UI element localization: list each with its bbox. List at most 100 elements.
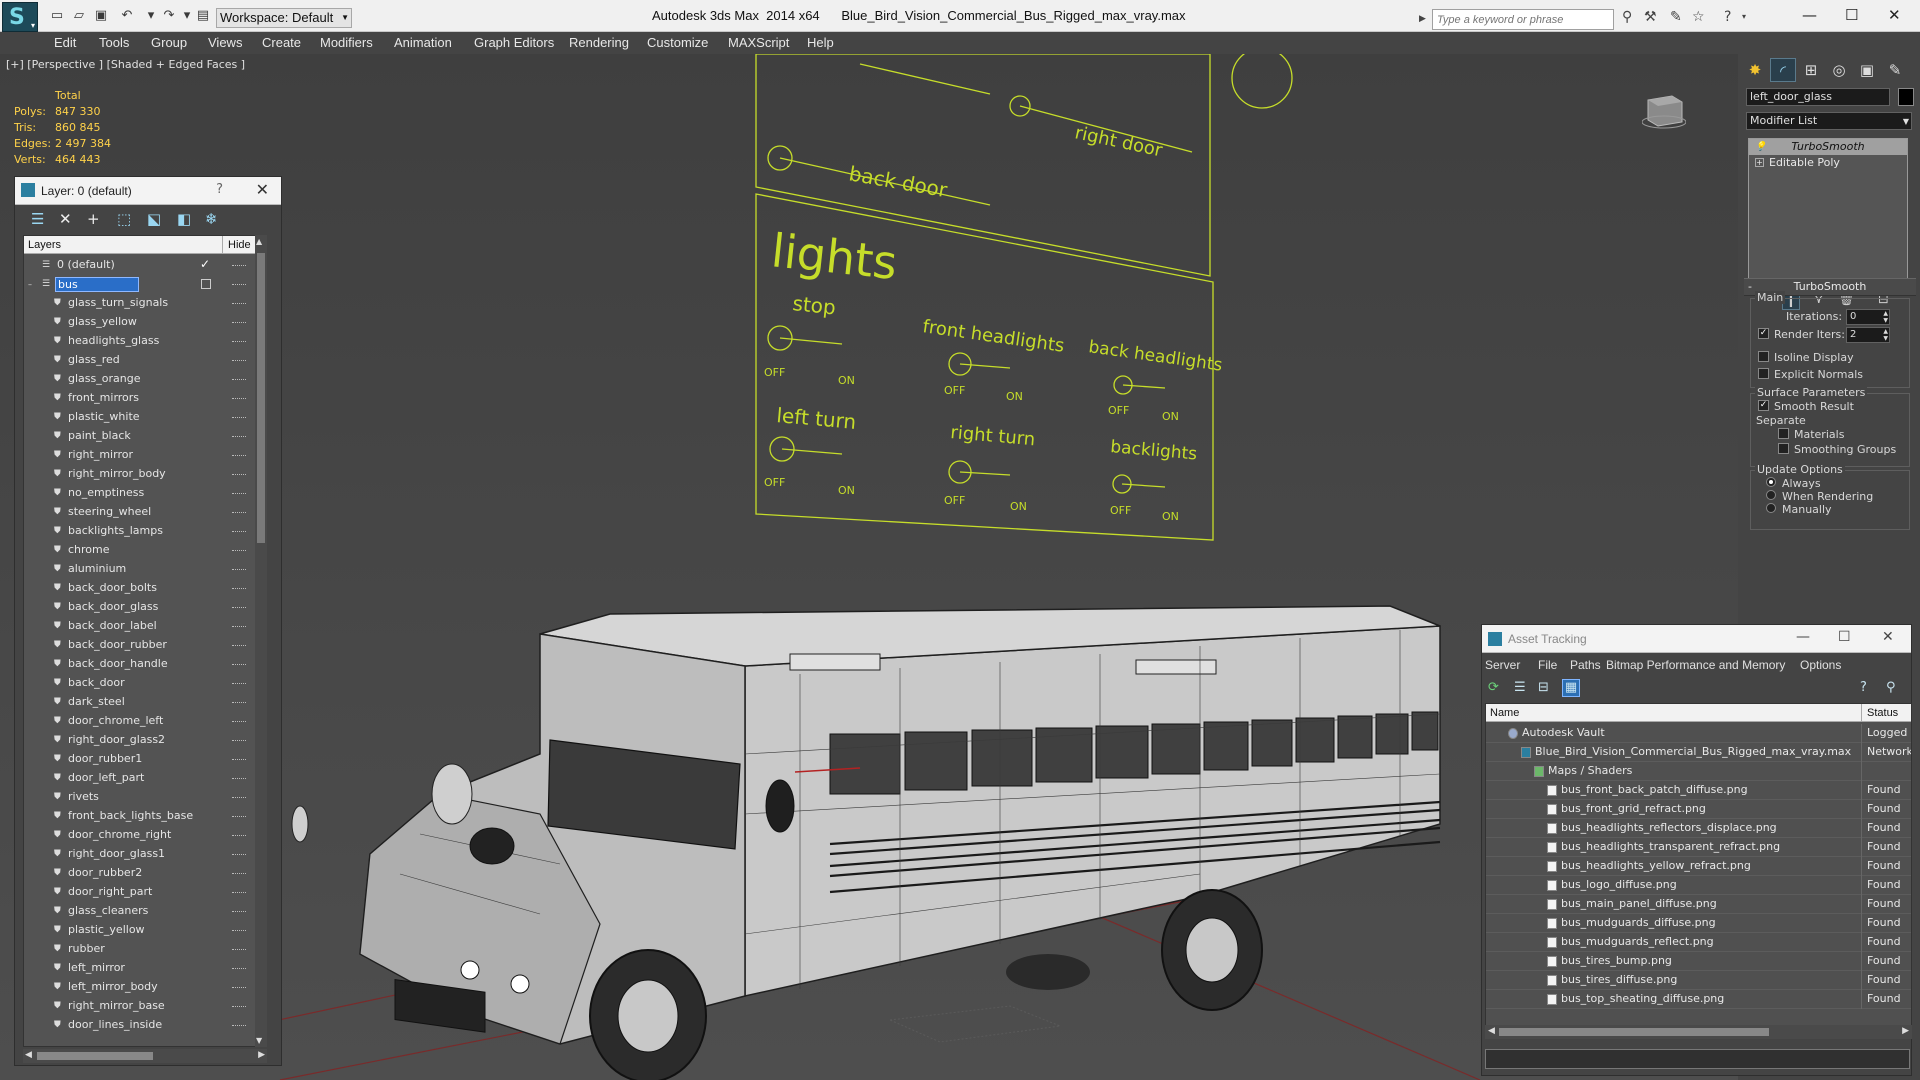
layers-column-header[interactable]: Layers bbox=[28, 239, 61, 251]
scroll-thumb[interactable] bbox=[1499, 1028, 1769, 1036]
hide-toggle[interactable] bbox=[232, 455, 246, 456]
modify-tab-icon[interactable]: ◜ bbox=[1770, 58, 1796, 82]
communication-icon[interactable]: ✎ bbox=[1670, 9, 1682, 25]
utilities-tab-icon[interactable]: ✎ bbox=[1882, 58, 1908, 82]
stack-item-turbosmooth[interactable]: 💡 TurboSmooth bbox=[1749, 139, 1907, 155]
modifier-list-dropdown[interactable]: Modifier List ▼ bbox=[1746, 112, 1912, 130]
list-view-icon[interactable]: ☰ bbox=[1514, 680, 1526, 696]
layer-child-row[interactable]: ⛊ door_chrome_right bbox=[24, 826, 256, 845]
hide-toggle[interactable] bbox=[232, 892, 246, 893]
help-dropdown-icon[interactable]: ▾ bbox=[1742, 9, 1746, 25]
layer-child-row[interactable]: ⛊ dark_steel bbox=[24, 693, 256, 712]
hide-toggle[interactable] bbox=[232, 816, 246, 817]
layer-child-row[interactable]: ⛊ rivets bbox=[24, 788, 256, 807]
layer-child-row[interactable]: ⛊ front_mirrors bbox=[24, 389, 256, 408]
hide-toggle[interactable] bbox=[232, 664, 246, 665]
asset-row[interactable]: bus_front_back_patch_diffuse.png Found bbox=[1486, 781, 1911, 800]
layer-child-row[interactable]: ⛊ headlights_glass bbox=[24, 332, 256, 351]
hide-toggle[interactable] bbox=[232, 493, 246, 494]
help-icon[interactable]: ? bbox=[1724, 9, 1731, 25]
layer-child-row[interactable]: ⛊ right_door_glass2 bbox=[24, 731, 256, 750]
menu-graph-editors[interactable]: Graph Editors bbox=[474, 35, 554, 50]
viewport-label[interactable]: [+] [Perspective ] [Shaded + Edged Faces… bbox=[6, 58, 245, 71]
name-column-header[interactable]: Name bbox=[1490, 707, 1519, 719]
hide-toggle[interactable] bbox=[232, 721, 246, 722]
asset-row[interactable]: bus_logo_diffuse.png Found bbox=[1486, 876, 1911, 895]
hide-toggle[interactable] bbox=[232, 968, 246, 969]
asset-row[interactable]: Autodesk Vault Logged Out bbox=[1486, 724, 1911, 743]
hide-toggle[interactable] bbox=[232, 303, 246, 304]
spinner-arrows-icon[interactable]: ▲ ▼ bbox=[1883, 310, 1888, 324]
menu-customize[interactable]: Customize bbox=[647, 35, 708, 50]
asset-tracking-titlebar[interactable]: Asset Tracking — ☐ ✕ bbox=[1482, 625, 1911, 653]
hide-toggle[interactable] bbox=[232, 949, 246, 950]
layer-list-horizontal-scrollbar[interactable]: ◀ ▶ bbox=[23, 1049, 267, 1063]
menu-edit[interactable]: Edit bbox=[54, 35, 76, 50]
layer-child-row[interactable]: ⛊ back_door_bolts bbox=[24, 579, 256, 598]
asset-row[interactable]: bus_headlights_reflectors_displace.png Fo… bbox=[1486, 819, 1911, 838]
menu-views[interactable]: Views bbox=[208, 35, 242, 50]
hide-toggle[interactable] bbox=[232, 360, 246, 361]
hide-toggle[interactable] bbox=[232, 474, 246, 475]
table-view-icon[interactable]: ▦ bbox=[1562, 679, 1580, 697]
maximize-button[interactable]: ☐ bbox=[1838, 629, 1851, 645]
render-iters-spinner[interactable]: 2 ▲ ▼ bbox=[1846, 327, 1890, 343]
hide-toggle[interactable] bbox=[232, 1006, 246, 1007]
search-input[interactable] bbox=[1433, 10, 1613, 29]
status-column-header[interactable]: Status bbox=[1867, 707, 1898, 719]
asset-table[interactable]: Name Status Autodesk Vault Logged Out Blue… bbox=[1485, 703, 1912, 1033]
scroll-thumb[interactable] bbox=[37, 1052, 153, 1060]
manually-radio[interactable] bbox=[1766, 503, 1776, 513]
hide-toggle[interactable] bbox=[232, 379, 246, 380]
layer-child-row[interactable]: ⛊ back_door_glass bbox=[24, 598, 256, 617]
close-button[interactable]: ✕ bbox=[1888, 6, 1901, 24]
layer-child-row[interactable]: ⛊ steering_wheel bbox=[24, 503, 256, 522]
search-expand-icon[interactable]: ▶ bbox=[1419, 11, 1426, 27]
detail-view-icon[interactable]: ⊟ bbox=[1538, 680, 1549, 696]
save-icon[interactable]: ▣ bbox=[94, 9, 108, 23]
layer-child-row[interactable]: ⛊ back_door_label bbox=[24, 617, 256, 636]
viewcube[interactable] bbox=[1642, 92, 1686, 130]
layer-child-row[interactable]: ⛊ plastic_yellow bbox=[24, 921, 256, 940]
close-button[interactable]: ✕ bbox=[1882, 629, 1894, 645]
refresh-icon[interactable]: ⟳ bbox=[1488, 680, 1499, 696]
asset-row[interactable]: bus_headlights_transparent_refract.png Fo… bbox=[1486, 838, 1911, 857]
hide-toggle[interactable] bbox=[232, 873, 246, 874]
close-icon[interactable]: ✕ bbox=[256, 180, 269, 199]
hide-toggle[interactable] bbox=[232, 322, 246, 323]
always-radio[interactable] bbox=[1766, 477, 1776, 487]
scroll-right-icon[interactable]: ▶ bbox=[258, 1050, 265, 1060]
layer-child-row[interactable]: ⛊ paint_black bbox=[24, 427, 256, 446]
open-file-icon[interactable]: ▱ bbox=[72, 9, 86, 23]
asset-menu-bitmap-performance[interactable]: Bitmap Performance and Memory bbox=[1606, 658, 1785, 672]
help-search-icon[interactable]: ⚲ bbox=[1886, 680, 1896, 696]
hide-toggle[interactable] bbox=[232, 645, 246, 646]
scroll-right-icon[interactable]: ▶ bbox=[1902, 1026, 1909, 1036]
binoculars-icon[interactable]: ⚲ bbox=[1622, 9, 1632, 25]
hide-toggle[interactable] bbox=[232, 569, 246, 570]
asset-row[interactable]: Maps / Shaders bbox=[1486, 762, 1911, 781]
hide-toggle[interactable] bbox=[232, 436, 246, 437]
hide-toggle[interactable] bbox=[232, 531, 246, 532]
menu-create[interactable]: Create bbox=[262, 35, 301, 50]
materials-checkbox[interactable] bbox=[1778, 428, 1789, 439]
hide-toggle[interactable] bbox=[232, 930, 246, 931]
hide-toggle[interactable] bbox=[232, 740, 246, 741]
freeze-all-layers-icon[interactable]: ❄ bbox=[205, 211, 218, 227]
hide-toggle[interactable] bbox=[232, 683, 246, 684]
minimize-button[interactable]: — bbox=[1802, 6, 1817, 24]
spinner-arrows-icon[interactable]: ▲ ▼ bbox=[1883, 328, 1888, 342]
hide-toggle[interactable] bbox=[232, 265, 246, 266]
layer-child-row[interactable]: ⛊ right_mirror bbox=[24, 446, 256, 465]
undo-dropdown-icon[interactable]: ▾ bbox=[144, 9, 158, 23]
hide-toggle[interactable] bbox=[232, 398, 246, 399]
workspace-dropdown[interactable]: Workspace: Default ▼ bbox=[216, 8, 352, 28]
hide-toggle[interactable] bbox=[232, 588, 246, 589]
smoothing-groups-checkbox[interactable] bbox=[1778, 443, 1789, 454]
hide-toggle[interactable] bbox=[232, 987, 246, 988]
layer-row-default[interactable]: ☰ 0 (default) ✓ bbox=[24, 256, 256, 275]
asset-menu-options[interactable]: Options bbox=[1800, 658, 1841, 672]
asset-row[interactable]: bus_main_panel_diffuse.png Found bbox=[1486, 895, 1911, 914]
layer-child-row[interactable]: ⛊ rubber bbox=[24, 940, 256, 959]
layer-list[interactable]: Layers Hide ☰ 0 (default) ✓ – ☰ bus ⛊ gla… bbox=[23, 235, 267, 1047]
